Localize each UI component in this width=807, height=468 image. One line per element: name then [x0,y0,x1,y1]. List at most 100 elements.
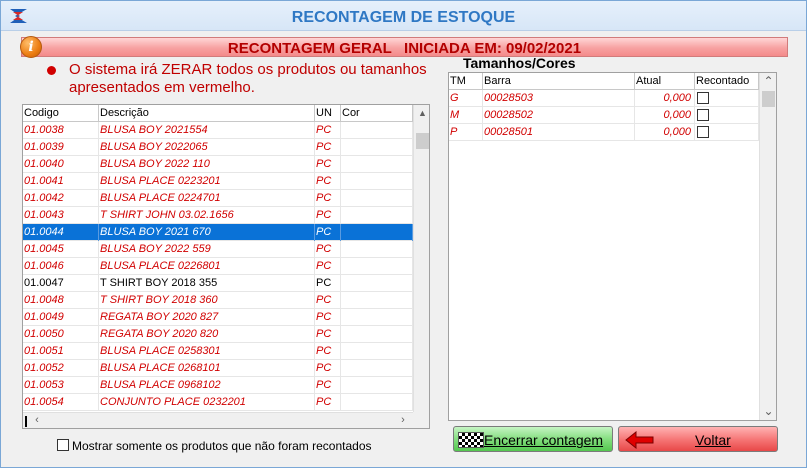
un-cell: PC [315,377,341,394]
cor-cell [341,224,413,241]
column-codigo[interactable]: Codigo [23,105,99,122]
scroll-thumb[interactable] [762,91,775,107]
table-row[interactable]: 01.0038 BLUSA BOY 2021554 PC [23,122,413,139]
table-row[interactable]: 01.0052 BLUSA PLACE 0268101 PC [23,360,413,377]
column-cor[interactable]: Cor [341,105,413,122]
un-cell: PC [315,156,341,173]
finish-count-label: Encerrar contagem [484,432,604,448]
sizes-header: TM Barra Atual Recontado [449,73,759,90]
cor-cell [341,173,413,190]
recontado-checkbox[interactable] [697,126,709,138]
descricao-cell: CONJUNTO PLACE 0232201 [99,394,315,411]
table-row[interactable]: 01.0047 T SHIRT BOY 2018 355 PC [23,275,413,292]
table-row[interactable]: 01.0046 BLUSA PLACE 0226801 PC [23,258,413,275]
scroll-up-arrow-icon[interactable]: ⌃ [760,73,776,89]
table-row[interactable]: 01.0054 CONJUNTO PLACE 0232201 PC [23,394,413,411]
scroll-down-arrow-icon[interactable]: ⌄ [760,403,776,419]
window-title: RECONTAGEM DE ESTOQUE [291,9,516,26]
recontado-cell [695,107,759,124]
table-row[interactable]: 01.0053 BLUSA PLACE 0968102 PC [23,377,413,394]
codigo-cell: 01.0053 [23,377,99,394]
scroll-left-arrow-icon[interactable]: ‹ [29,413,45,428]
codigo-cell: 01.0042 [23,190,99,207]
un-cell: PC [315,275,341,292]
table-row[interactable]: 01.0050 REGATA BOY 2020 820 PC [23,326,413,343]
column-barra[interactable]: Barra [483,73,635,90]
scroll-thumb[interactable] [416,133,429,149]
table-row[interactable]: G 00028503 0,000 [449,90,759,107]
table-row[interactable]: M 00028502 0,000 [449,107,759,124]
table-row[interactable]: 01.0040 BLUSA BOY 2022 110 PC [23,156,413,173]
products-grid[interactable]: Codigo Descrição UN Cor 01.0038 BLUSA BOY… [22,104,430,429]
scroll-thumb-marker[interactable] [25,416,27,427]
descricao-cell: BLUSA BOY 2021554 [99,122,315,139]
recontado-cell [695,90,759,107]
products-header: Codigo Descrição UN Cor [23,105,413,122]
descricao-cell: BLUSA PLACE 0968102 [99,377,315,394]
filter-label[interactable]: Mostrar somente os produtos que não fora… [72,439,372,453]
warning-text: O sistema irá ZERAR todos os produtos ou… [69,61,427,96]
column-descricao[interactable]: Descrição [99,105,315,122]
sizes-vertical-scrollbar[interactable]: ⌃ ⌄ [759,73,776,420]
banner-text: RECONTAGEM GERAL INICIADA EM: 09/02/2021 [227,40,582,57]
codigo-cell: 01.0052 [23,360,99,377]
filter-option[interactable]: Mostrar somente os produtos que não fora… [57,439,397,453]
sizes-title: Tamanhos/Cores [463,55,576,71]
un-cell: PC [315,292,341,309]
descricao-cell: BLUSA PLACE 0258301 [99,343,315,360]
descricao-cell: BLUSA BOY 2022 559 [99,241,315,258]
codigo-cell: 01.0051 [23,343,99,360]
table-row[interactable]: P 00028501 0,000 [449,124,759,141]
filter-checkbox[interactable] [57,439,69,451]
un-cell: PC [315,207,341,224]
codigo-cell: 01.0049 [23,309,99,326]
barra-cell: 00028502 [483,107,635,124]
column-atual[interactable]: Atual [635,73,695,90]
column-recontado[interactable]: Recontado [695,73,759,90]
codigo-cell: 01.0047 [23,275,99,292]
column-un[interactable]: UN [315,105,341,122]
scroll-up-arrow-icon[interactable]: ▲ [414,105,429,121]
tm-cell: M [449,107,483,124]
cor-cell [341,292,413,309]
table-row[interactable]: 01.0044 BLUSA BOY 2021 670 PC [23,224,413,241]
descricao-cell: BLUSA PLACE 0268101 [99,360,315,377]
descricao-cell: T SHIRT JOHN 03.02.1656 [99,207,315,224]
finish-count-button[interactable]: Encerrar contagem [453,426,613,452]
un-cell: PC [315,122,341,139]
codigo-cell: 01.0039 [23,139,99,156]
codigo-cell: 01.0050 [23,326,99,343]
codigo-cell: 01.0048 [23,292,99,309]
descricao-cell: BLUSA BOY 2022065 [99,139,315,156]
table-row[interactable]: 01.0043 T SHIRT JOHN 03.02.1656 PC [23,207,413,224]
table-row[interactable]: 01.0039 BLUSA BOY 2022065 PC [23,139,413,156]
table-row[interactable]: 01.0049 REGATA BOY 2020 827 PC [23,309,413,326]
products-vertical-scrollbar[interactable]: ▲ [413,105,429,412]
cor-cell [341,394,413,411]
sizes-grid[interactable]: TM Barra Atual Recontado G 00028503 0,000 M… [448,72,777,421]
products-horizontal-scrollbar[interactable]: ‹ › [23,412,413,428]
scroll-right-arrow-icon[interactable]: › [395,413,411,428]
table-row[interactable]: 01.0042 BLUSA PLACE 0224701 PC [23,190,413,207]
un-cell: PC [315,326,341,343]
table-row[interactable]: 01.0048 T SHIRT BOY 2018 360 PC [23,292,413,309]
codigo-cell: 01.0046 [23,258,99,275]
un-cell: PC [315,394,341,411]
recontado-checkbox[interactable] [697,92,709,104]
un-cell: PC [315,139,341,156]
un-cell: PC [315,224,341,241]
checkered-flag-icon [458,432,484,448]
descricao-cell: T SHIRT BOY 2018 355 [99,275,315,292]
codigo-cell: 01.0054 [23,394,99,411]
tm-cell: G [449,90,483,107]
scroll-corner [413,412,429,428]
un-cell: PC [315,258,341,275]
back-button[interactable]: Voltar [618,426,778,452]
cor-cell [341,190,413,207]
column-tm[interactable]: TM [449,73,483,90]
recount-banner: i RECONTAGEM GERAL INICIADA EM: 09/02/20… [20,36,788,58]
table-row[interactable]: 01.0045 BLUSA BOY 2022 559 PC [23,241,413,258]
table-row[interactable]: 01.0051 BLUSA PLACE 0258301 PC [23,343,413,360]
table-row[interactable]: 01.0041 BLUSA PLACE 0223201 PC [23,173,413,190]
recontado-checkbox[interactable] [697,109,709,121]
